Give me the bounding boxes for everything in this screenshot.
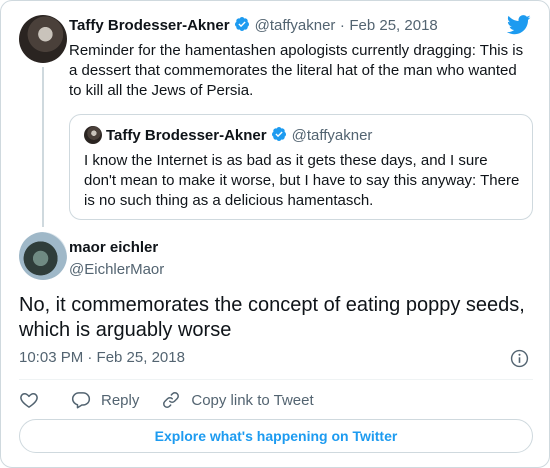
reply-button[interactable]: Reply bbox=[71, 390, 139, 410]
copy-link-button[interactable]: Copy link to Tweet bbox=[161, 390, 314, 410]
tweet-date[interactable]: Feb 25, 2018 bbox=[349, 17, 437, 34]
avatar bbox=[84, 126, 102, 144]
main-tweet-text: No, it commemorates the concept of eatin… bbox=[19, 294, 525, 341]
info-icon[interactable] bbox=[510, 349, 529, 368]
thread-connector-line bbox=[42, 67, 44, 227]
author-name[interactable]: Taffy Brodesser-Akner bbox=[69, 17, 230, 34]
author-handle[interactable]: @taffyakner bbox=[255, 17, 336, 34]
verified-badge-icon bbox=[234, 17, 249, 31]
verified-badge-icon bbox=[271, 127, 286, 141]
link-icon bbox=[163, 392, 180, 408]
twitter-bird-icon[interactable] bbox=[507, 15, 531, 35]
tweet-timestamp[interactable]: 10:03 PM · Feb 25, 2018 bbox=[19, 349, 185, 366]
reply-label: Reply bbox=[101, 391, 140, 409]
quoted-tweet-text: I know the Internet is as bad as it gets… bbox=[84, 152, 520, 209]
main-tweet-header: maor eichler @EichlerMaor bbox=[69, 239, 164, 280]
parent-tweet-text: Reminder for the hamentashen apologists … bbox=[69, 42, 524, 99]
author-handle: @taffyakner bbox=[291, 127, 373, 144]
divider bbox=[19, 379, 533, 380]
quoted-tweet-header: Taffy Brodesser-Akner @taffyakner bbox=[84, 126, 372, 145]
tweet-actions: Reply Copy link to Tweet bbox=[19, 389, 314, 411]
author-handle[interactable]: @EichlerMaor bbox=[69, 260, 164, 280]
tweet-embed-card: Taffy Brodesser-Akner @taffyakner · Feb 2… bbox=[0, 0, 550, 468]
reply-icon bbox=[71, 392, 91, 409]
separator-dot: · bbox=[339, 17, 345, 34]
avatar[interactable] bbox=[19, 232, 67, 280]
avatar[interactable] bbox=[19, 15, 67, 63]
copy-link-label: Copy link to Tweet bbox=[191, 391, 314, 409]
heart-icon bbox=[20, 393, 38, 408]
author-name[interactable]: maor eichler bbox=[69, 239, 164, 257]
parent-tweet-header: Taffy Brodesser-Akner @taffyakner · Feb 2… bbox=[69, 16, 438, 35]
author-name: Taffy Brodesser-Akner bbox=[106, 127, 267, 144]
like-button[interactable] bbox=[19, 390, 39, 410]
explore-twitter-button[interactable]: Explore what's happening on Twitter bbox=[19, 419, 533, 453]
quoted-tweet[interactable]: Taffy Brodesser-Akner @taffyakner I know … bbox=[69, 114, 533, 220]
